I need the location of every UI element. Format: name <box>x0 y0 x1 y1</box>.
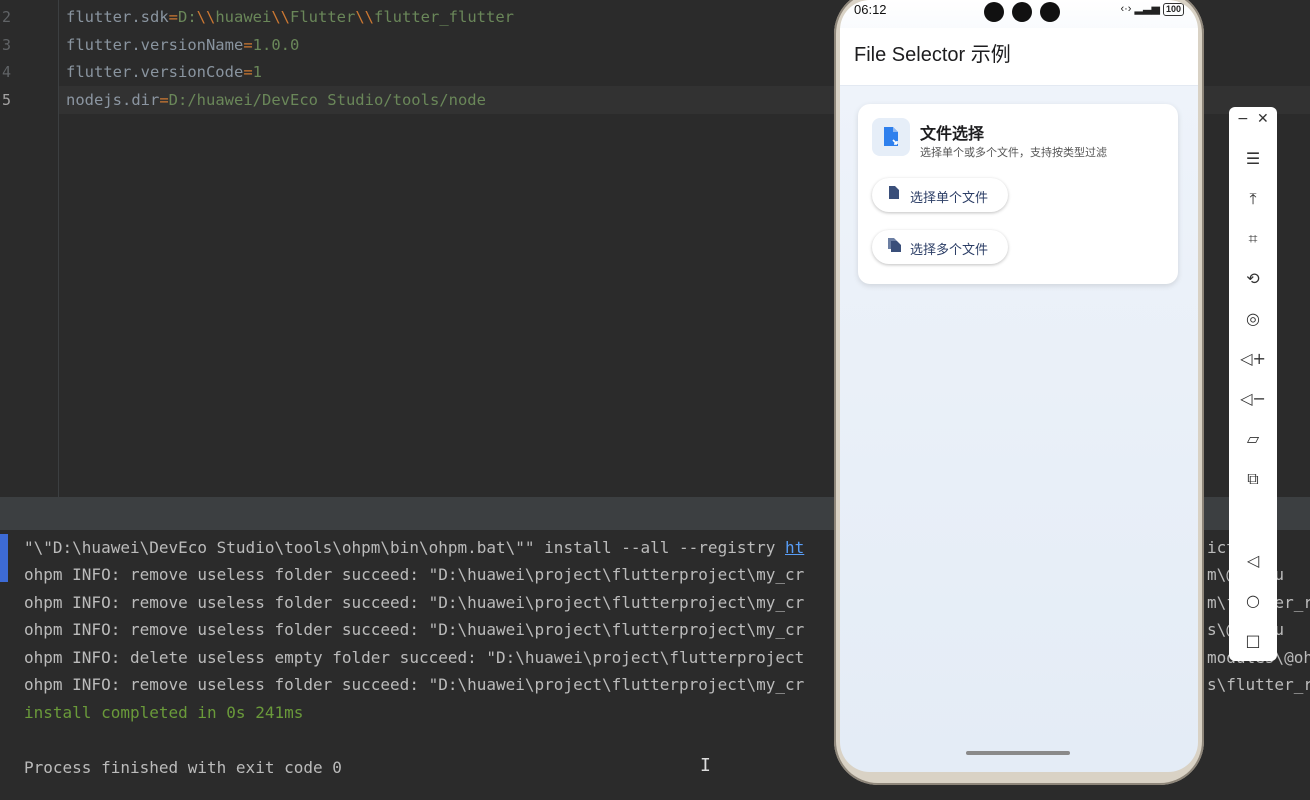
console-line: ohpm INFO: delete useless empty folder s… <box>24 648 805 667</box>
home-indicator[interactable] <box>966 751 1070 755</box>
code-line[interactable]: flutter.sdk=D:\\huawei\\Flutter\\flutter… <box>66 4 514 31</box>
camera-icon <box>984 2 1004 22</box>
button-label: 选择多个文件 <box>910 242 989 257</box>
property-key: flutter.versionName <box>66 36 244 54</box>
pin-top-icon[interactable]: ⤒ <box>1229 189 1277 209</box>
card-subtitle: 选择单个或多个文件，支持按类型过滤 <box>920 147 1107 159</box>
camera-icon <box>1040 2 1060 22</box>
app-bar: File Selector 示例 <box>840 28 1198 86</box>
multi-device-icon[interactable]: ⧉ <box>1229 469 1277 489</box>
app-title: File Selector 示例 <box>854 44 1011 66</box>
home-icon[interactable]: ○ <box>1229 591 1277 610</box>
phone-screen[interactable]: 06:12 ‹·› ▂▃▅ 100 File Selector 示例 文件选择 … <box>840 0 1198 772</box>
command-marker <box>0 534 8 582</box>
registry-link[interactable]: ht <box>785 538 804 557</box>
rotate-icon[interactable]: ⟲ <box>1229 269 1277 288</box>
property-value: Flutter <box>290 8 356 26</box>
file-select-card: 文件选择 选择单个或多个文件，支持按类型过滤 选择单个文件 选择多个文件 <box>858 104 1178 284</box>
close-icon[interactable]: ✕ <box>1257 111 1269 127</box>
escape-seq: \\ <box>271 8 291 26</box>
minimize-icon[interactable]: − <box>1237 111 1249 127</box>
code-line[interactable]: nodejs.dir=D:/huawei/DevEco Studio/tools… <box>66 87 486 114</box>
volume-down-icon[interactable]: ◁− <box>1229 389 1277 408</box>
console-line: ohpm INFO: remove useless folder succeed… <box>24 675 805 694</box>
select-single-file-button[interactable]: 选择单个文件 <box>872 178 1008 212</box>
files-icon <box>888 238 901 255</box>
console-line-tail: s\flutter_r <box>1207 675 1310 694</box>
battery-icon: 100 <box>1162 3 1184 16</box>
back-icon[interactable]: ◁ <box>1229 551 1277 570</box>
property-value: 1 <box>252 63 262 81</box>
console-line: ohpm INFO: remove useless folder succeed… <box>24 620 805 639</box>
select-multiple-files-button[interactable]: 选择多个文件 <box>872 230 1008 264</box>
line-number: 2 <box>2 8 12 26</box>
code-line[interactable]: flutter.versionCode=1 <box>66 59 262 86</box>
file-icon <box>888 186 899 202</box>
console-line: "\"D:\huawei\DevEco Studio\tools\ohpm\bi… <box>24 538 805 557</box>
property-key: flutter.versionCode <box>66 63 244 81</box>
text-cursor-icon: I <box>700 755 711 776</box>
recents-icon[interactable]: □ <box>1229 631 1277 650</box>
property-key: flutter.sdk <box>66 8 169 26</box>
property-value: D:/huawei/DevEco Studio/tools/node <box>168 91 486 109</box>
property-value: 1.0.0 <box>252 36 300 54</box>
emulator-toolbar: − ✕ ☰ ⤒ ⌗ ⟲ ◎ ◁+ ◁− ▱ ⧉ ◁ ○ □ <box>1229 107 1277 661</box>
status-time: 06:12 <box>854 2 887 17</box>
console-line: ohpm INFO: remove useless folder succeed… <box>24 593 805 612</box>
crop-icon[interactable]: ⌗ <box>1229 229 1277 249</box>
console-line-success: install completed in 0s 241ms <box>24 703 304 722</box>
property-value: D: <box>178 8 197 26</box>
escape-seq: \\ <box>196 8 216 26</box>
line-number: 5 <box>2 91 12 109</box>
property-key: nodejs.dir <box>66 91 160 109</box>
camera-icon <box>1012 2 1032 22</box>
line-number-gutter: 2 3 4 5 <box>0 0 59 497</box>
console-line: ohpm INFO: remove useless folder succeed… <box>24 565 805 584</box>
card-title: 文件选择 <box>920 126 985 143</box>
phone-emulator: 06:12 ‹·› ▂▃▅ 100 File Selector 示例 文件选择 … <box>834 0 1204 785</box>
shake-icon[interactable]: ▱ <box>1229 429 1277 448</box>
code-line[interactable]: flutter.versionName=1.0.0 <box>66 32 299 59</box>
file-select-icon <box>872 118 910 156</box>
status-icons: ‹·› ▂▃▅ 100 <box>1120 2 1184 16</box>
escape-seq: \\ <box>355 8 375 26</box>
line-number: 4 <box>2 63 12 81</box>
menu-icon[interactable]: ☰ <box>1229 149 1277 168</box>
console-line-exit: Process finished with exit code 0 <box>24 758 342 777</box>
volume-up-icon[interactable]: ◁+ <box>1229 349 1277 368</box>
line-number: 3 <box>2 36 12 54</box>
screenshot-icon[interactable]: ◎ <box>1229 309 1277 328</box>
property-value: huawei <box>215 8 272 26</box>
property-value: flutter_flutter <box>374 8 514 26</box>
button-label: 选择单个文件 <box>910 190 989 205</box>
